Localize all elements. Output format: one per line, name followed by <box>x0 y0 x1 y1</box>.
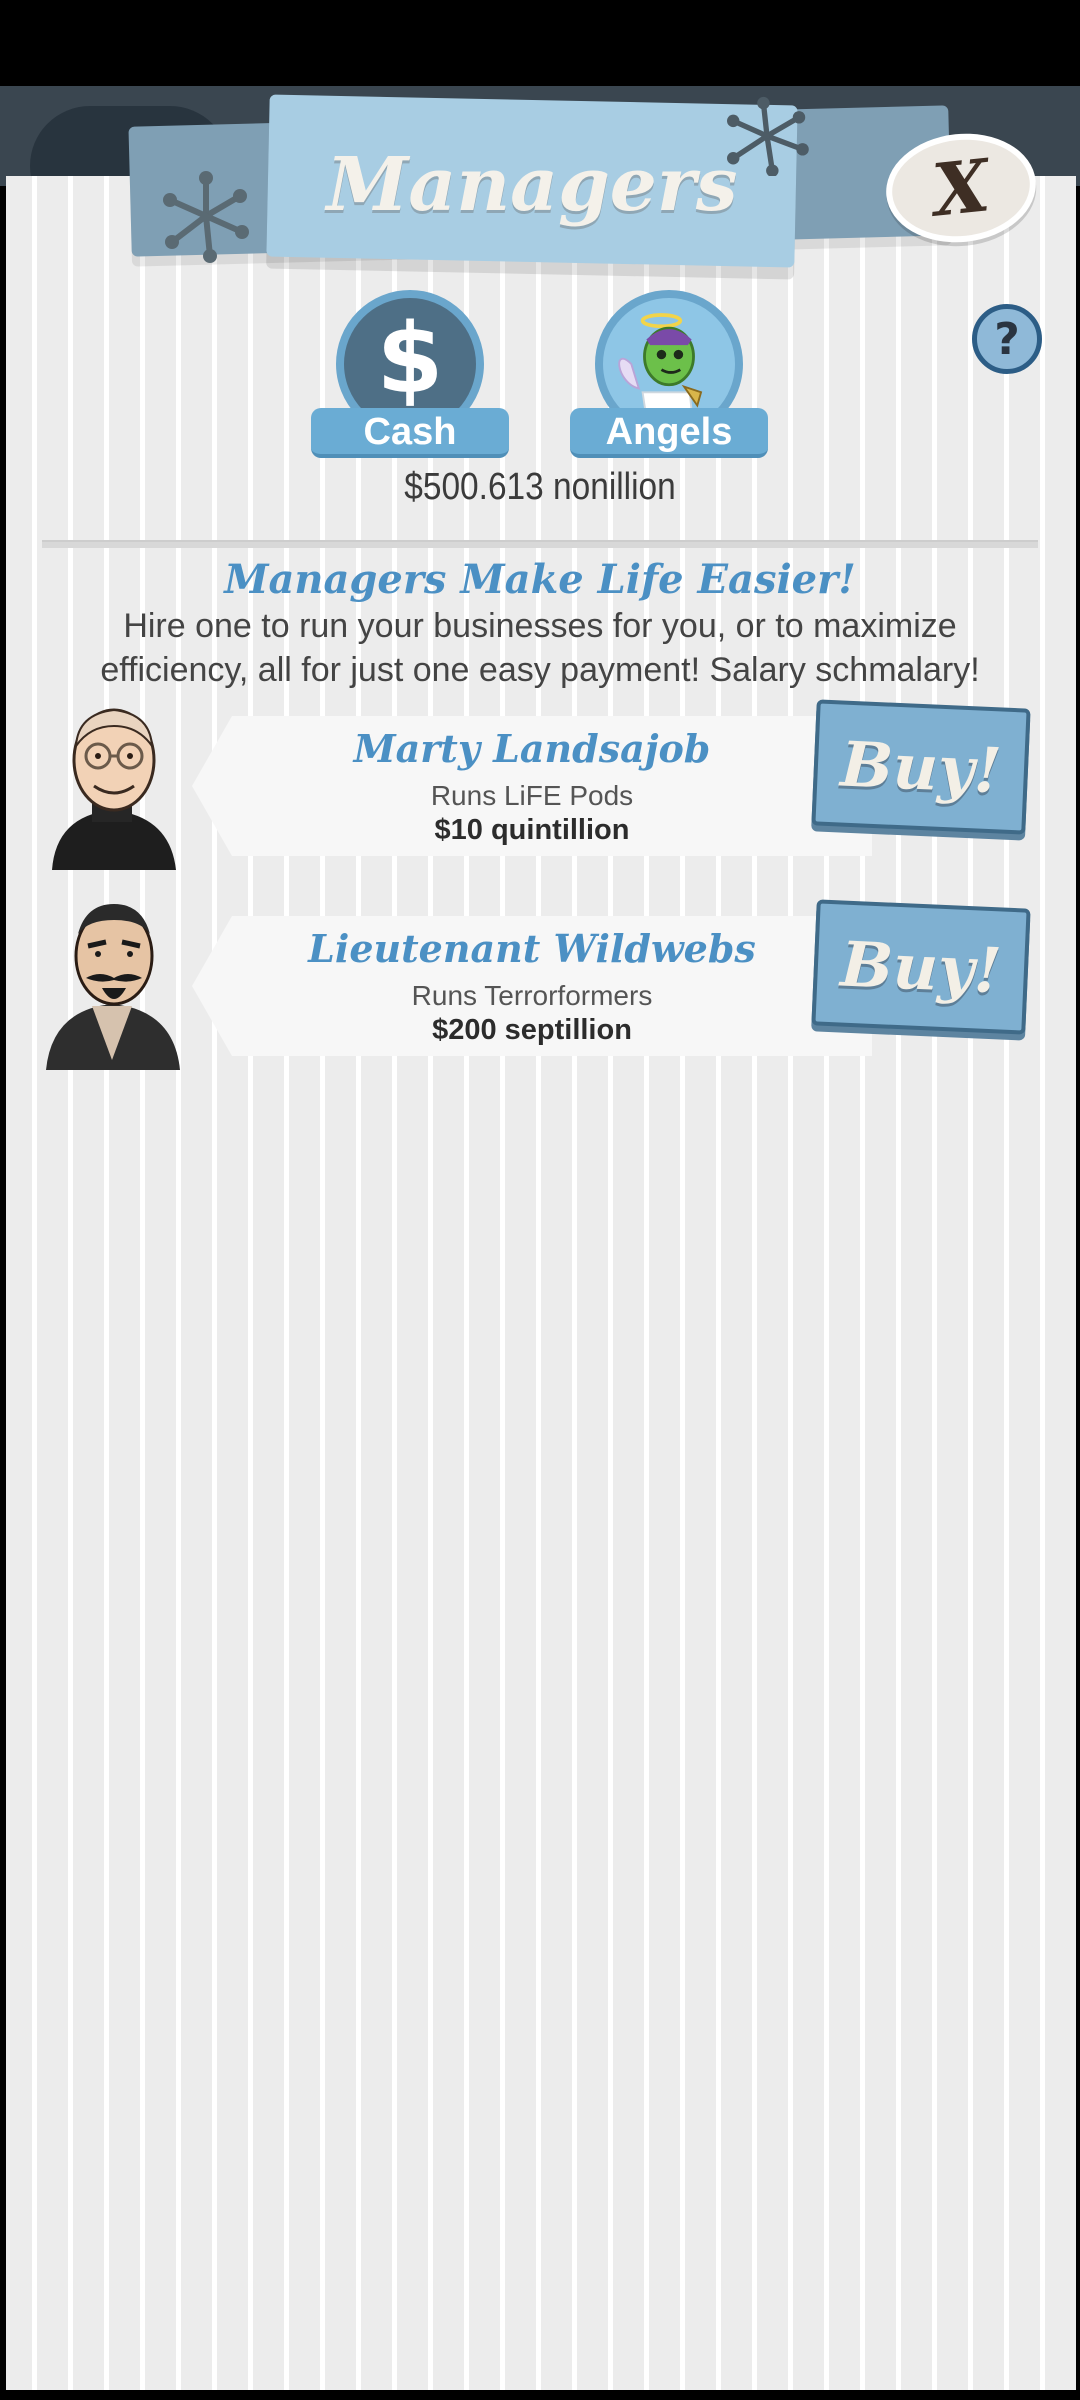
manager-name: Lieutenant Wildwebs <box>308 926 756 971</box>
manager-row: Marty Landsajob Runs LiFE Pods $10 quint… <box>42 690 1042 870</box>
starburst-left-icon <box>163 171 249 263</box>
page-title: Managers <box>326 142 738 228</box>
buy-button-marty[interactable]: Buy! <box>811 699 1031 835</box>
tab-angels-label: Angels <box>570 408 768 458</box>
manager-name: Marty Landsajob <box>353 726 711 771</box>
manager-portrait-marty <box>42 690 184 870</box>
manager-portrait-wildwebs <box>42 890 184 1070</box>
close-icon: X <box>928 142 994 233</box>
tab-cash[interactable]: $ Cash <box>311 290 509 458</box>
cash-amount: $500.613 nonillion <box>404 466 676 508</box>
manager-cost: $10 quintillion <box>434 814 630 846</box>
help-icon: ? <box>994 313 1020 365</box>
divider <box>42 540 1038 548</box>
manager-business: Runs Terrorformers <box>411 980 653 1011</box>
status-bar <box>0 0 1080 86</box>
manager-cost: $200 septillion <box>432 1014 632 1046</box>
dollar-glyph: $ <box>376 303 444 415</box>
help-button[interactable]: ? <box>972 304 1042 374</box>
buy-button-label: Buy! <box>839 927 1003 1007</box>
intro-headline: Managers Make Life Easier! <box>224 556 856 603</box>
starburst-right-icon <box>727 96 809 176</box>
tab-angels[interactable]: Angels <box>570 290 768 458</box>
intro-description: Hire one to run your businesses for you,… <box>100 607 980 689</box>
buy-button-wildwebs[interactable]: Buy! <box>811 899 1031 1035</box>
buy-button-label: Buy! <box>839 727 1003 807</box>
manager-business: Runs LiFE Pods <box>430 780 634 811</box>
manager-row: Lieutenant Wildwebs Runs Terrorformers $… <box>42 890 1042 1070</box>
tab-cash-label: Cash <box>311 408 509 458</box>
